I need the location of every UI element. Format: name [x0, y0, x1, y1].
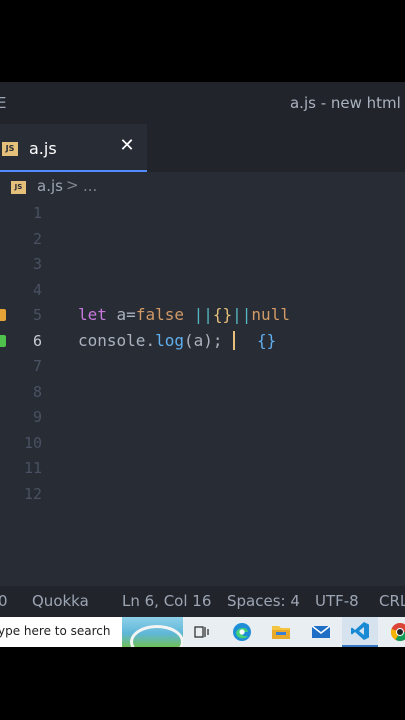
line-number: 7 — [32, 357, 42, 375]
line-number: 10 — [23, 433, 42, 452]
text-cursor — [233, 330, 235, 350]
line-number: 2 — [32, 229, 42, 248]
status-problems-count[interactable]: 0 — [0, 592, 8, 610]
code-line: 10 — [0, 430, 405, 456]
status-eol[interactable]: CRL — [379, 592, 405, 610]
mail-icon[interactable] — [303, 617, 339, 647]
code-line: 11 — [0, 455, 405, 481]
title-bar: E a.js - new html - — [0, 82, 405, 124]
tab-label: a.js — [29, 139, 57, 158]
code-line: 1 — [0, 200, 405, 226]
js-file-icon: JS — [2, 142, 18, 156]
code-editor[interactable]: 1 2 3 4 5 let a=false ||{}||null 6 conso… — [0, 200, 405, 586]
status-bar: 0 Quokka Ln 6, Col 16 Spaces: 4 UTF-8 CR… — [0, 586, 405, 617]
quokka-inline-result: {} — [257, 330, 277, 350]
code-text: console.log(a); — [78, 330, 223, 350]
line-number-active: 6 — [32, 331, 42, 350]
line-number: 5 — [32, 306, 42, 324]
search-placeholder: ype here to search — [0, 624, 111, 638]
code-line: 4 — [0, 277, 405, 303]
vscode-icon[interactable] — [342, 617, 378, 647]
code-line: 7 — [0, 353, 405, 379]
code-line-5: 5 let a=false ||{}||null — [0, 302, 405, 328]
vscode-window: E a.js - new html - JS a.js ✕ JS a.js > … — [0, 82, 405, 617]
line-number: 3 — [32, 255, 42, 273]
file-explorer-icon[interactable] — [263, 617, 299, 647]
status-cursor-position[interactable]: Ln 6, Col 16 — [122, 592, 211, 610]
chevron-right-icon: > — [66, 176, 79, 194]
code-line: 2 — [0, 226, 405, 252]
line-number: 4 — [32, 280, 42, 299]
code-line: 12 — [0, 481, 405, 507]
breadcrumb: JS a.js > ... — [0, 172, 405, 200]
line-number: 12 — [23, 484, 42, 503]
line-number: 1 — [32, 204, 42, 222]
window-title: a.js - new html - — [289, 94, 405, 112]
breadcrumb-file[interactable]: a.js — [37, 177, 63, 195]
chrome-icon[interactable] — [382, 617, 405, 647]
code-line: 3 — [0, 251, 405, 277]
status-indentation[interactable]: Spaces: 4 — [227, 592, 300, 610]
search-highlight-image — [122, 617, 183, 647]
tab-bar: JS a.js ✕ — [0, 124, 405, 172]
line-number: 11 — [23, 459, 42, 477]
windows-taskbar: ype here to search — [0, 617, 405, 647]
line-number: 9 — [32, 408, 42, 426]
edge-icon[interactable] — [224, 617, 260, 647]
menu-fragment[interactable]: E — [0, 94, 6, 112]
js-file-icon: JS — [11, 181, 26, 194]
code-line-6: 6 console.log(a); {} — [0, 328, 405, 354]
task-view-icon[interactable] — [184, 617, 220, 647]
tab-a-js[interactable]: JS a.js ✕ — [0, 124, 147, 172]
status-encoding[interactable]: UTF-8 — [315, 592, 359, 610]
code-text: let a=false ||{}||null — [78, 305, 290, 324]
line-number: 8 — [32, 382, 42, 401]
taskbar-search-box[interactable]: ype here to search — [0, 617, 183, 647]
code-line: 9 — [0, 404, 405, 430]
breadcrumb-more[interactable]: ... — [83, 177, 97, 195]
status-quokka[interactable]: Quokka — [32, 592, 89, 610]
close-icon[interactable]: ✕ — [116, 135, 138, 157]
code-line: 8 — [0, 379, 405, 405]
